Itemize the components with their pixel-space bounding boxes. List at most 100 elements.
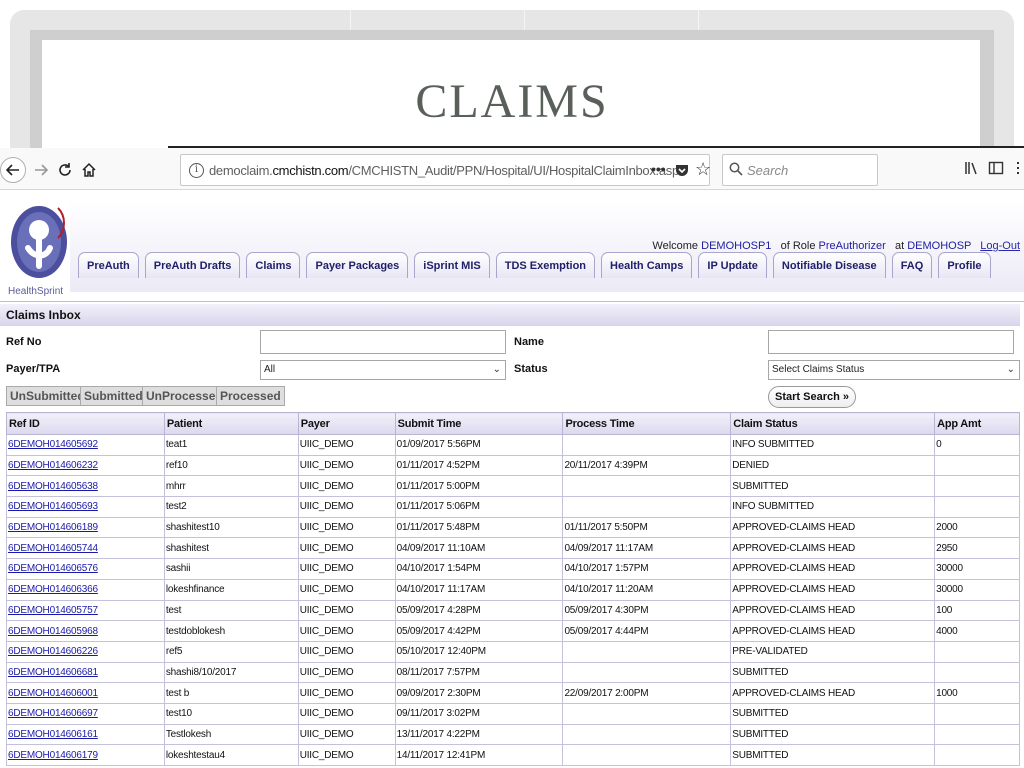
ref-no-input[interactable] (260, 330, 506, 354)
tab-notifiable-disease[interactable]: Notifiable Disease (772, 252, 886, 278)
sidebar-icon[interactable] (988, 160, 1004, 180)
back-icon[interactable] (0, 157, 26, 183)
ref-id-link[interactable]: 6DEMOH014606226 (8, 646, 98, 657)
table-cell (562, 496, 732, 518)
table-cell: UIIC_DEMO (297, 661, 396, 684)
column-header[interactable]: Patient (163, 412, 299, 435)
table-cell: SUBMITTED (730, 475, 936, 498)
column-header[interactable]: Submit Time (394, 412, 564, 435)
forward-icon[interactable] (28, 157, 54, 183)
tab-faq[interactable]: FAQ (891, 252, 933, 278)
table-row: 6DEMOH014606189 shashitest10 UIIC_DEMO 01/1… (6, 516, 1020, 539)
column-header[interactable]: Claim Status (730, 412, 936, 435)
table-cell: lokeshfinance (163, 578, 299, 601)
home-icon[interactable] (76, 157, 102, 183)
table-cell: 6DEMOH014605692 (6, 434, 165, 456)
info-icon[interactable]: i (189, 163, 204, 178)
tab-payer-packages[interactable]: Payer Packages (306, 252, 409, 278)
table-row: 6DEMOH014605968 testdoblokesh UIIC_DEMO 05/… (6, 620, 1020, 642)
table-cell: 05/10/2017 12:40PM (394, 640, 564, 663)
url-bar[interactable]: i democlaim.cmchistn.com/CMCHISTN_Audit/… (180, 154, 711, 186)
ref-id-link[interactable]: 6DEMOH014605968 (8, 626, 98, 637)
tab-tds-exemption[interactable]: TDS Exemption (495, 252, 596, 278)
tab-profile[interactable]: Profile (938, 252, 991, 278)
unsubmitted-button[interactable]: UnSubmitted (6, 386, 89, 406)
healthsprint-logo: HealthSprint (6, 204, 72, 300)
submitted-button[interactable]: Submitted (80, 386, 147, 406)
payer-select[interactable]: All ⌄ (260, 360, 506, 380)
table-cell: teat1 (163, 434, 299, 456)
name-input[interactable] (768, 330, 1014, 354)
ref-id-link[interactable]: 6DEMOH014606001 (8, 688, 98, 699)
ref-id-link[interactable]: 6DEMOH014605757 (8, 605, 98, 616)
table-row: 6DEMOH014606576 sashii UIIC_DEMO 04/10/2017… (6, 558, 1020, 580)
table-cell: 6DEMOH014605638 (6, 475, 165, 498)
table-cell: 01/11/2017 5:50PM (562, 516, 732, 539)
ref-id-link[interactable]: 6DEMOH014606189 (8, 522, 98, 533)
table-row: 6DEMOH014605744 shashitest UIIC_DEMO 04/09/… (6, 537, 1020, 560)
hospital-name: DEMOHOSP (907, 240, 972, 252)
table-cell: 6DEMOH014606179 (6, 744, 165, 766)
tab-preauth-drafts[interactable]: PreAuth Drafts (144, 252, 241, 278)
ref-id-link[interactable]: 6DEMOH014606366 (8, 584, 98, 595)
ref-id-link[interactable]: 6DEMOH014606681 (8, 667, 98, 678)
column-header[interactable]: Process Time (562, 412, 732, 435)
ref-id-link[interactable]: 6DEMOH014605693 (8, 501, 98, 512)
table-row: 6DEMOH014606161 Testlokesh UIIC_DEMO 13/11/… (6, 723, 1020, 746)
tab-ip-update[interactable]: IP Update (698, 252, 767, 278)
search-icon (729, 162, 743, 176)
table-cell (562, 434, 732, 456)
ref-id-link[interactable]: 6DEMOH014606179 (8, 750, 98, 761)
table-cell (562, 723, 732, 746)
tab-isprint-mis[interactable]: iSprint MIS (414, 252, 490, 278)
welcome-text: Welcome DEMOHOSP1 of Role PreAuthorizer … (652, 240, 1020, 252)
table-cell (562, 744, 732, 766)
bookmark-star-icon[interactable]: ☆ (695, 159, 711, 180)
table-row: 6DEMOH014606681 shashi8/10/2017 UIIC_DEMO 0… (6, 661, 1020, 684)
logout-link[interactable]: Log-Out (980, 240, 1020, 252)
main-tabs: PreAuth PreAuth Drafts Claims Payer Pack… (78, 252, 991, 280)
table-cell: UIIC_DEMO (297, 702, 396, 725)
ref-id-link[interactable]: 6DEMOH014606697 (8, 708, 98, 719)
unprocessed-button[interactable]: UnProcessed (142, 386, 227, 406)
reload-icon[interactable] (52, 157, 78, 183)
table-cell: test2 (163, 496, 299, 518)
ref-id-link[interactable]: 6DEMOH014605744 (8, 543, 98, 554)
library-icon[interactable] (964, 160, 980, 180)
column-header[interactable]: Payer (297, 412, 396, 435)
processed-button[interactable]: Processed (216, 386, 285, 406)
tabs-divider (0, 301, 1024, 302)
table-cell: 01/11/2017 5:06PM (394, 496, 564, 518)
status-select[interactable]: Select Claims Status ⌄ (768, 360, 1020, 380)
ref-id-link[interactable]: 6DEMOH014606232 (8, 460, 98, 471)
table-cell: 20/11/2017 4:39PM (562, 454, 732, 477)
tab-preauth[interactable]: PreAuth (78, 252, 139, 278)
table-cell: UIIC_DEMO (297, 723, 396, 746)
tab-claims[interactable]: Claims (246, 252, 301, 278)
table-cell: APPROVED-CLAIMS HEAD (730, 682, 936, 704)
column-header[interactable]: App Amt (934, 412, 1020, 435)
app-page: Welcome DEMOHOSP1 of Role PreAuthorizer … (0, 190, 1024, 768)
table-cell: 04/09/2017 11:10AM (394, 537, 564, 560)
ref-id-link[interactable]: 6DEMOH014605638 (8, 481, 98, 492)
column-header[interactable]: Ref ID (6, 412, 165, 435)
chevron-down-icon: ⌄ (492, 364, 501, 375)
table-cell: shashi8/10/2017 (163, 661, 299, 684)
ref-id-link[interactable]: 6DEMOH014606161 (8, 729, 98, 740)
table-cell: 6DEMOH014606226 (6, 640, 165, 663)
table-row: 6DEMOH014606697 test10 UIIC_DEMO 09/11/2017… (6, 702, 1020, 725)
table-cell: 13/11/2017 4:22PM (394, 723, 564, 746)
tab-health-camps[interactable]: Health Camps (601, 252, 693, 278)
menu-icon[interactable] (1014, 160, 1022, 180)
table-header-row: Ref ID Patient Payer Submit Time Process Tim… (6, 412, 1020, 435)
table-cell (934, 640, 1020, 663)
table-row: 6DEMOH014606226 ref5 UIIC_DEMO 05/10/2017 1… (6, 640, 1020, 663)
table-cell: 04/09/2017 11:17AM (562, 537, 732, 560)
table-cell: 4000 (934, 620, 1020, 642)
more-icon[interactable]: ••• (651, 161, 666, 177)
pocket-icon[interactable] (675, 163, 689, 178)
ref-id-link[interactable]: 6DEMOH014605692 (8, 439, 98, 450)
ref-id-link[interactable]: 6DEMOH014606576 (8, 563, 98, 574)
start-search-button[interactable]: Start Search » (768, 386, 856, 408)
search-input[interactable]: Search (722, 154, 878, 186)
